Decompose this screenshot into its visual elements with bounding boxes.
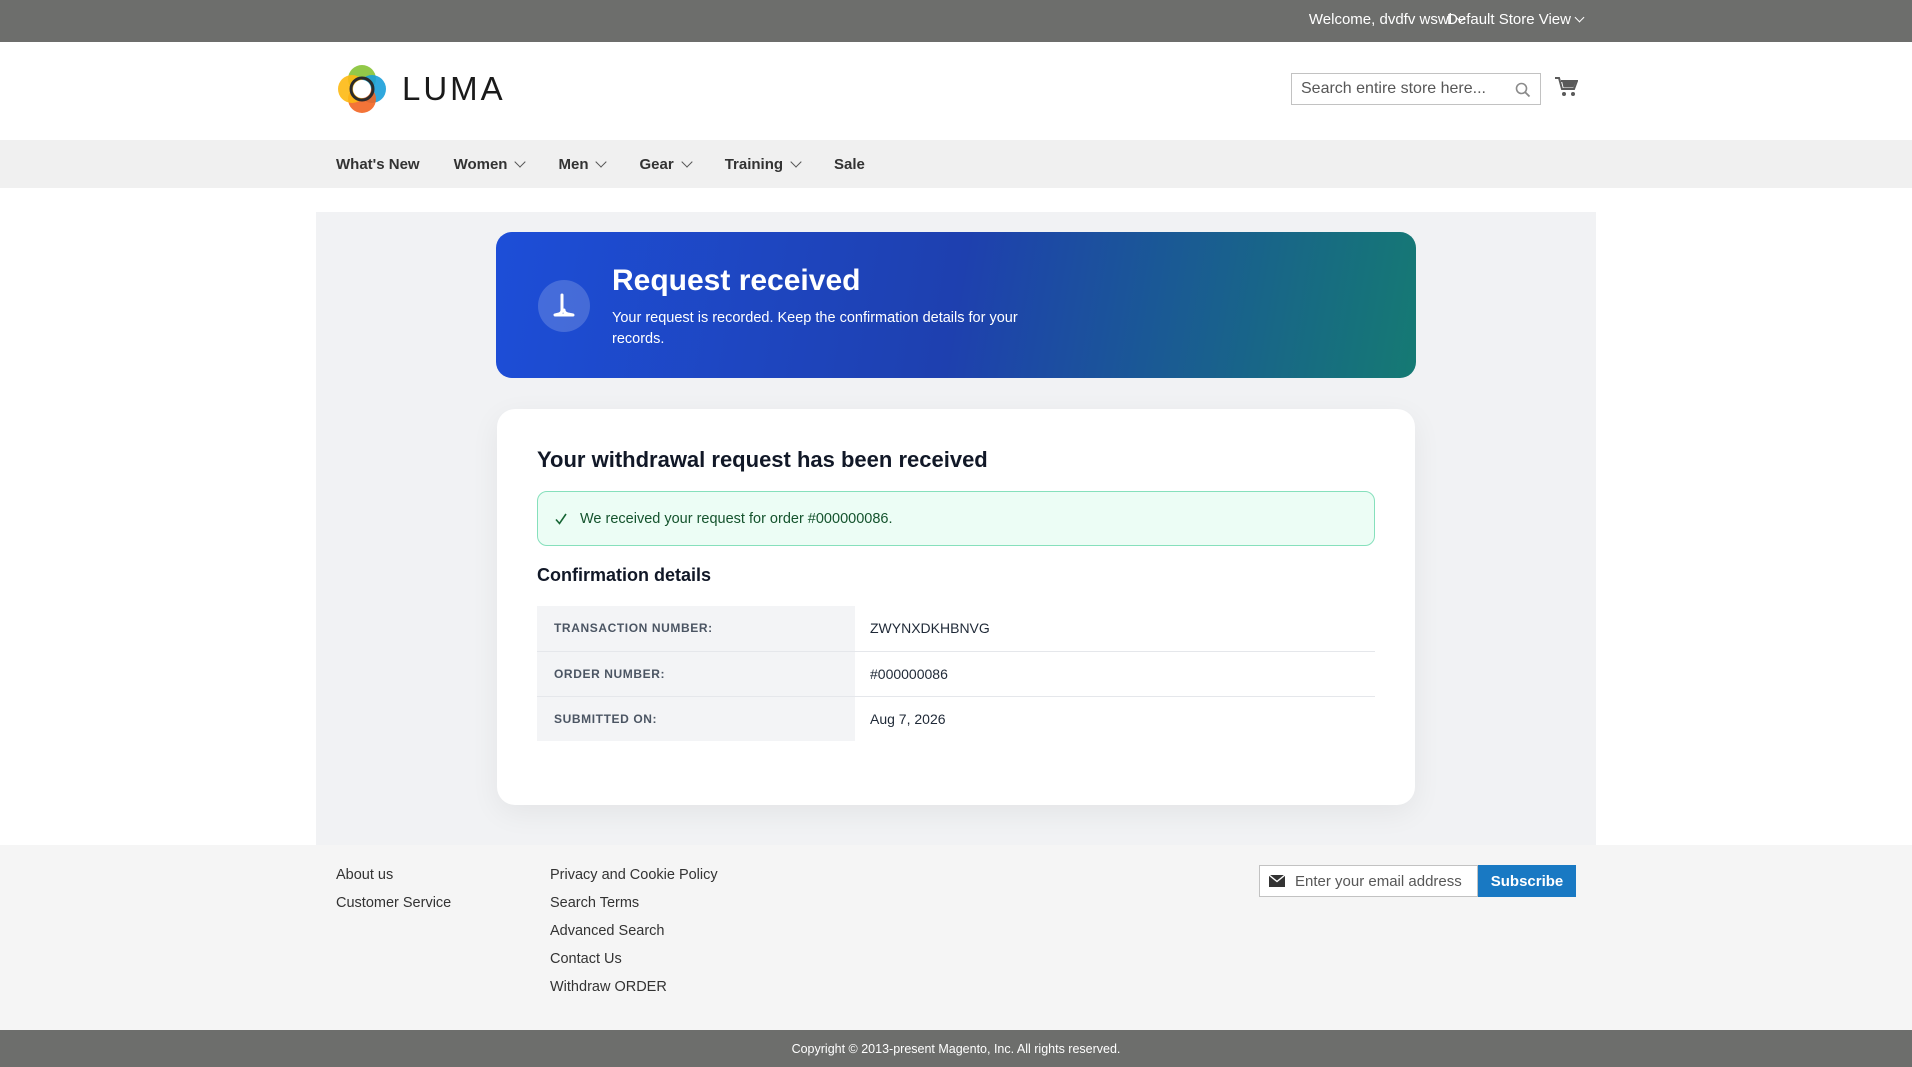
card-title: Your withdrawal request has been receive… [537, 447, 988, 472]
nav-item-whats-new[interactable]: What's New [336, 156, 420, 173]
copyright-text: Copyright © 2013-present Magento, Inc. A… [791, 1041, 1121, 1056]
footer-link-advanced-search[interactable]: Advanced Search [550, 917, 718, 945]
store-view-label: Default Store View [1447, 11, 1571, 28]
main-navigation: What's New Women Men Gear Training Sale [0, 140, 1912, 188]
confirmation-card: Your withdrawal request has been receive… [497, 409, 1415, 805]
nav-item-sale[interactable]: Sale [834, 156, 865, 173]
footer-link-privacy-policy[interactable]: Privacy and Cookie Policy [550, 861, 718, 889]
newsletter-email-input[interactable] [1295, 872, 1465, 890]
submitted-on-value: Aug 7, 2026 [870, 710, 946, 727]
newsletter-field [1259, 865, 1478, 897]
luma-logo[interactable]: LUMA [336, 63, 506, 115]
table-row: TRANSACTION NUMBER: ZWYNXDKHBNVG [537, 606, 1375, 652]
footer-links-column-2: Privacy and Cookie Policy Search Terms A… [550, 861, 718, 1001]
footer-link-about-us[interactable]: About us [336, 861, 451, 889]
details-title: Confirmation details [537, 565, 712, 585]
chevron-down-icon [595, 156, 608, 168]
luma-logo-icon [338, 65, 386, 113]
chevron-down-icon [1574, 12, 1585, 23]
hero-text: Your request is recorded. Keep the confi… [612, 310, 1018, 347]
nav-item-training[interactable]: Training [725, 156, 802, 173]
success-alert: We received your request for order #0000… [537, 491, 1375, 546]
envelope-icon [1269, 875, 1285, 887]
footer-links-column-1: About us Customer Service [336, 861, 451, 917]
newsletter-form: Subscribe [1259, 865, 1576, 897]
footer-link-search-terms[interactable]: Search Terms [550, 889, 718, 917]
chevron-down-icon [681, 156, 693, 168]
request-received-banner: Request received Your request is recorde… [496, 232, 1416, 378]
customer-welcome-menu[interactable]: Welcome, dvdfv wswl [1308, 11, 1466, 28]
cart-icon[interactable] [1554, 76, 1578, 98]
chevron-down-icon [790, 156, 802, 168]
subscribe-button[interactable]: Subscribe [1478, 865, 1576, 897]
top-bar: Welcome, dvdfv wswl Default Store View [0, 0, 1912, 42]
confirmation-details-table: TRANSACTION NUMBER: ZWYNXDKHBNVG ORDER N… [537, 606, 1375, 741]
footer-link-contact-us[interactable]: Contact Us [550, 945, 718, 973]
checkmark-icon [555, 513, 567, 525]
welcome-text: Welcome, dvdfv wswl [1308, 11, 1452, 28]
footer-link-withdraw-order[interactable]: Withdraw ORDER [550, 973, 718, 1001]
receipt-icon [553, 293, 575, 317]
transaction-number-label: TRANSACTION NUMBER: [537, 606, 855, 652]
search-icon[interactable] [1515, 82, 1531, 98]
alert-text: We received your request for order #0000… [580, 510, 893, 527]
nav-item-men[interactable]: Men [558, 156, 608, 173]
order-number-label: ORDER NUMBER: [537, 651, 855, 697]
chevron-down-icon [514, 156, 527, 168]
main-content: Request received Your request is recorde… [316, 212, 1596, 845]
receipt-badge [538, 280, 590, 332]
nav-item-women[interactable]: Women [454, 156, 527, 173]
nav-item-gear[interactable]: Gear [639, 156, 693, 173]
order-number-value: #000000086 [855, 651, 1375, 697]
logo-text: LUMA [402, 70, 506, 107]
transaction-number-value: ZWYNXDKHBNVG [855, 606, 1375, 652]
table-row: SUBMITTED ON: Aug 7, 2026 [537, 696, 1375, 741]
submitted-on-label: SUBMITTED ON: [537, 696, 855, 741]
search-box [1291, 73, 1541, 105]
table-row: ORDER NUMBER: #000000086 [537, 651, 1375, 697]
store-view-switcher[interactable]: Default Store View [1447, 11, 1585, 28]
site-header: LUMA [0, 42, 1912, 140]
footer-link-customer-service[interactable]: Customer Service [336, 889, 451, 917]
copyright-bar: Copyright © 2013-present Magento, Inc. A… [0, 1030, 1912, 1067]
search-input[interactable] [1292, 74, 1540, 104]
site-footer: About us Customer Service Privacy and Co… [0, 845, 1912, 1030]
hero-title: Request received [612, 264, 861, 297]
